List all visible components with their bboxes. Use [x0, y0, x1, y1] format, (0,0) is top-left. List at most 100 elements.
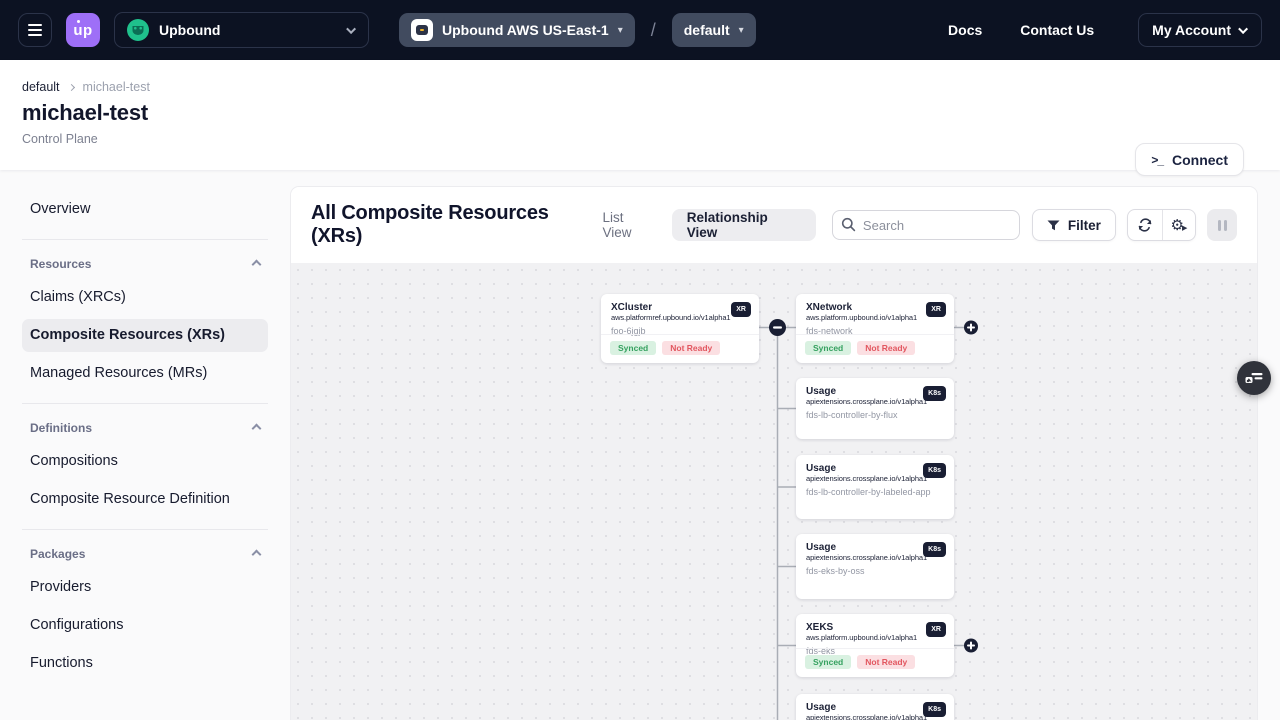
list-view-tab[interactable]: List View: [602, 210, 655, 240]
graph-actions-group: ⚙ ▶: [1127, 209, 1196, 241]
page-subtitle: Control Plane: [22, 132, 1280, 146]
legend-icon: [1245, 371, 1263, 385]
upbound-logo[interactable]: up: [66, 13, 100, 47]
organization-selector[interactable]: Upbound: [114, 12, 369, 48]
main-panel: All Composite Resources (XRs) List View …: [290, 186, 1258, 720]
node-title: XEKS: [806, 622, 944, 633]
path-separator: /: [651, 20, 656, 41]
graph-legend-drawer-button[interactable]: [1237, 361, 1271, 395]
my-account-menu[interactable]: My Account: [1138, 13, 1262, 47]
search-input[interactable]: [832, 210, 1020, 240]
relationship-graph-canvas[interactable]: XCluster aws.platformref.upbound.io/v1al…: [291, 263, 1257, 720]
pause-updates-button[interactable]: [1207, 209, 1237, 241]
breadcrumb-parent[interactable]: default: [22, 80, 60, 94]
organization-name: Upbound: [159, 22, 220, 38]
sidebar-navigation: Overview Resources Claims (XRCs) Composi…: [0, 170, 290, 720]
search-box: [832, 210, 1020, 240]
node-api-version: aws.platform.upbound.io/v1alpha1: [806, 633, 944, 642]
chevron-down-icon: [346, 24, 356, 34]
expand-node-button[interactable]: [964, 639, 978, 653]
not-ready-status-badge: Not Ready: [857, 341, 915, 356]
synced-status-badge: Synced: [805, 655, 851, 670]
control-plane-selector[interactable]: default ▾: [672, 13, 756, 47]
k8s-badge: K8s: [923, 702, 946, 717]
page-title: michael-test: [22, 100, 1280, 126]
group-name: Upbound AWS US-East-1: [442, 22, 609, 38]
caret-down-icon: ▾: [739, 25, 744, 36]
chevron-up-icon: [252, 423, 262, 433]
synced-status-badge: Synced: [805, 341, 851, 356]
node-resource-name: fds-eks-by-oss: [806, 566, 944, 576]
filter-funnel-icon: [1047, 220, 1060, 231]
node-status-row: Synced Not Ready: [796, 648, 954, 678]
sidebar-divider: [22, 529, 268, 530]
not-ready-status-badge: Not Ready: [662, 341, 720, 356]
hamburger-menu-icon[interactable]: [18, 13, 52, 47]
breadcrumb-chevron-icon: [67, 83, 74, 90]
resources-toolbar: All Composite Resources (XRs) List View …: [291, 187, 1257, 263]
sidebar-section-packages[interactable]: Packages: [22, 543, 268, 565]
sidebar-item-configurations[interactable]: Configurations: [22, 609, 268, 642]
chevron-up-icon: [252, 549, 262, 559]
graph-node-usage-bottom[interactable]: Usage apiextensions.crossplane.io/v1alph…: [796, 694, 954, 720]
pause-icon: [1218, 220, 1221, 231]
org-avatar-icon: [127, 19, 149, 41]
sidebar-item-compositions[interactable]: Compositions: [22, 445, 268, 478]
graph-node-xeks[interactable]: XEKS aws.platform.upbound.io/v1alpha1 fd…: [796, 614, 954, 677]
k8s-badge: K8s: [923, 463, 946, 478]
section-label: Packages: [30, 547, 85, 561]
sidebar-item-claims[interactable]: Claims (XRCs): [22, 281, 268, 314]
run-operations-button[interactable]: ⚙ ▶: [1162, 210, 1196, 240]
contact-us-link[interactable]: Contact Us: [1020, 22, 1094, 38]
control-plane-name: default: [684, 22, 730, 38]
my-account-label: My Account: [1152, 22, 1231, 38]
node-api-version: aws.platformref.upbound.io/v1alpha1: [611, 313, 749, 322]
xr-badge: XR: [926, 622, 946, 637]
graph-node-usage-labeled-app[interactable]: Usage apiextensions.crossplane.io/v1alph…: [796, 455, 954, 519]
sidebar-item-providers[interactable]: Providers: [22, 571, 268, 604]
page-header: default michael-test michael-test Contro…: [0, 60, 1280, 170]
breadcrumb-current: michael-test: [83, 80, 150, 94]
caret-down-icon: ▾: [618, 25, 623, 36]
node-resource-name: fds-lb-controller-by-labeled-app: [806, 487, 944, 497]
node-title: XCluster: [611, 302, 749, 313]
xr-badge: XR: [731, 302, 751, 317]
sidebar-section-resources[interactable]: Resources: [22, 253, 268, 275]
relationship-view-tab[interactable]: Relationship View: [672, 209, 816, 241]
refresh-button[interactable]: [1128, 210, 1162, 240]
connect-button[interactable]: >_ Connect: [1135, 143, 1244, 176]
expand-node-button[interactable]: [964, 321, 978, 335]
chevron-down-icon: [1238, 24, 1248, 34]
group-selector[interactable]: Upbound AWS US-East-1 ▾: [399, 13, 635, 47]
refresh-icon: [1137, 218, 1153, 232]
docs-link[interactable]: Docs: [948, 22, 982, 38]
sidebar-item-xrd[interactable]: Composite Resource Definition: [22, 483, 268, 516]
graph-node-xnetwork[interactable]: XNetwork aws.platform.upbound.io/v1alpha…: [796, 294, 954, 363]
collapse-node-button[interactable]: [769, 319, 786, 336]
control-plane-group-icon: [411, 19, 433, 41]
node-title: XNetwork: [806, 302, 944, 313]
k8s-badge: K8s: [923, 542, 946, 557]
node-resource-name: fds-lb-controller-by-flux: [806, 410, 944, 420]
sidebar-item-composite-resources[interactable]: Composite Resources (XRs): [22, 319, 268, 352]
chevron-up-icon: [252, 259, 262, 269]
k8s-badge: K8s: [923, 386, 946, 401]
sidebar-item-managed-resources[interactable]: Managed Resources (MRs): [22, 357, 268, 390]
node-api-version: aws.platform.upbound.io/v1alpha1: [806, 313, 944, 322]
terminal-icon: >_: [1151, 153, 1163, 167]
sidebar-divider: [22, 403, 268, 404]
panel-title: All Composite Resources (XRs): [311, 202, 602, 248]
top-navigation-bar: up Upbound Upbound AWS US-East-1 ▾ / def…: [0, 0, 1280, 60]
sidebar-section-definitions[interactable]: Definitions: [22, 417, 268, 439]
filter-button[interactable]: Filter: [1032, 209, 1116, 241]
graph-node-xcluster[interactable]: XCluster aws.platformref.upbound.io/v1al…: [601, 294, 759, 363]
section-label: Resources: [30, 257, 91, 271]
sidebar-item-overview[interactable]: Overview: [22, 193, 268, 226]
graph-node-usage-flux[interactable]: Usage apiextensions.crossplane.io/v1alph…: [796, 378, 954, 439]
section-label: Definitions: [30, 421, 92, 435]
sidebar-item-functions[interactable]: Functions: [22, 647, 268, 680]
graph-node-usage-eks-oss[interactable]: Usage apiextensions.crossplane.io/v1alph…: [796, 534, 954, 599]
sidebar-divider: [22, 239, 268, 240]
breadcrumb: default michael-test: [22, 80, 1280, 94]
node-status-row: Synced Not Ready: [796, 334, 954, 364]
